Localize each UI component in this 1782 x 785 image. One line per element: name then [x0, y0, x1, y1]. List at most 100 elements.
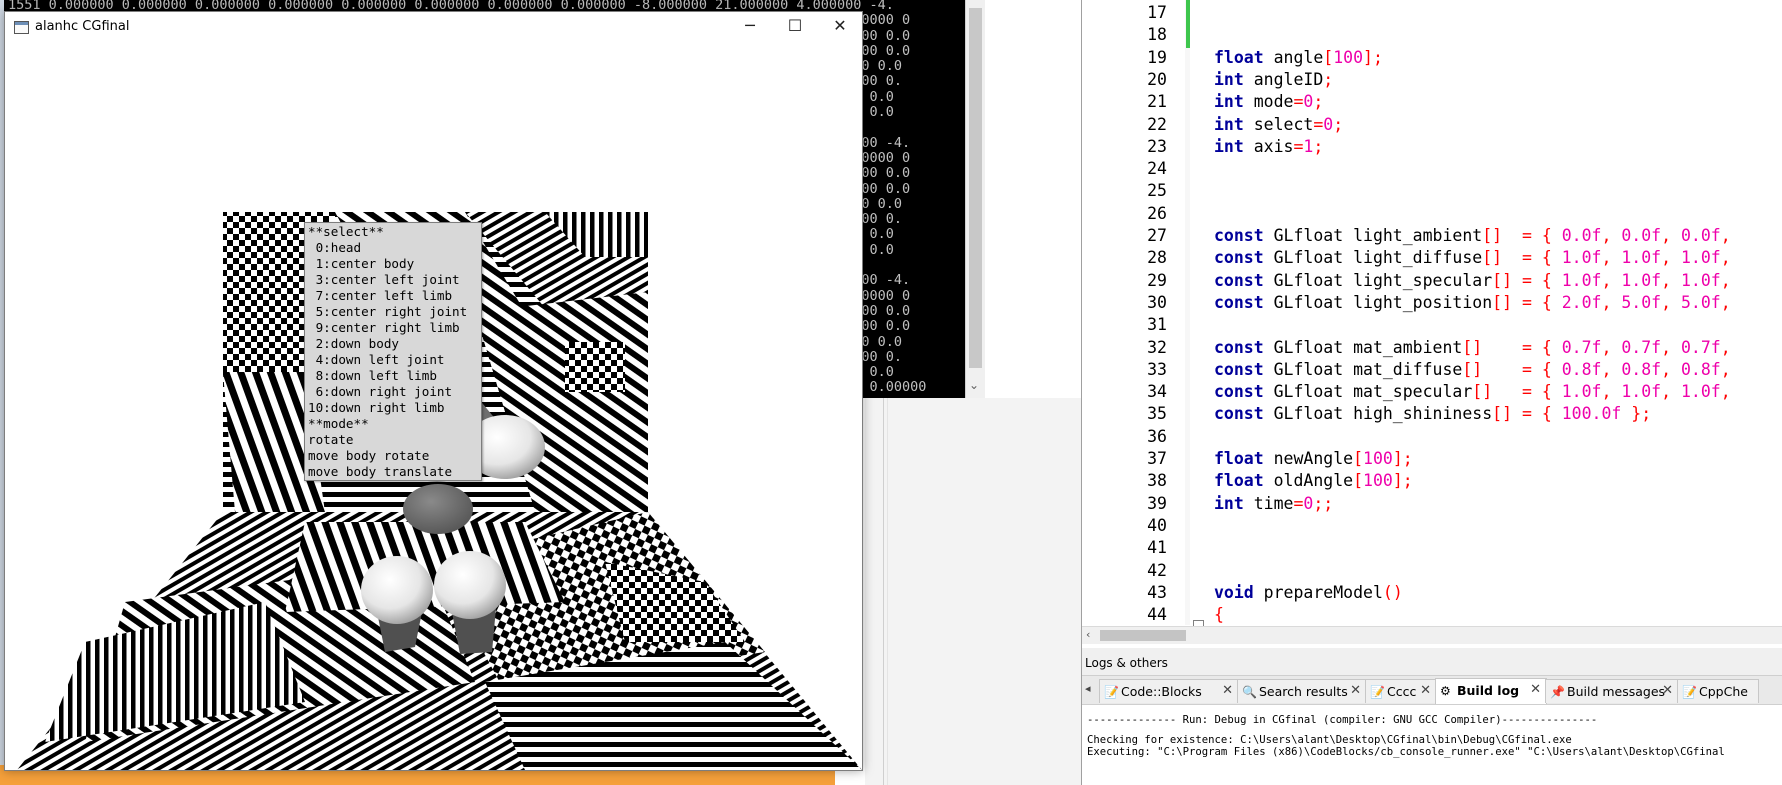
scroll-down-arrow-icon[interactable]: ⌄ [969, 378, 979, 392]
log-tab[interactable]: 📝 CppChe [1677, 679, 1759, 703]
menu-item[interactable]: 8:down left limb [305, 368, 481, 384]
window-titlebar[interactable]: alanhc CGfinal ─ ☐ ✕ [5, 12, 862, 42]
tab-close-icon[interactable]: ✕ [1662, 683, 1673, 698]
line-number: 20 [1147, 69, 1167, 89]
log-tab[interactable]: 📝 Cccc ✕ [1365, 679, 1437, 703]
tab-scroll-left-icon[interactable]: ◂ [1085, 682, 1091, 695]
code-token: 2.0f [1561, 292, 1602, 312]
code-token: select [1243, 114, 1314, 134]
line-number: 25 [1147, 181, 1167, 201]
maximize-button[interactable]: ☐ [773, 12, 817, 42]
menu-item[interactable]: rotate [305, 432, 481, 448]
menu-item[interactable]: 4:down left joint [305, 352, 481, 368]
code-token: , [1661, 382, 1672, 402]
tab-close-icon[interactable]: ✕ [1222, 683, 1233, 698]
code-token: const [1214, 270, 1264, 290]
code-line[interactable]: const GLfloat mat_diffuse[] = { 0.8f, 0.… [1214, 360, 1731, 379]
code-token: GLfloat light_position [1263, 292, 1493, 312]
code-line[interactable]: int time=0;; [1214, 494, 1333, 513]
code-token: = [1521, 382, 1532, 402]
line-number: 41 [1147, 538, 1167, 558]
console-scrollbar[interactable]: ⌄ [965, 0, 985, 398]
code-token: , [1661, 292, 1672, 312]
code-token: ; [1313, 136, 1324, 156]
code-line[interactable]: int axis=1; [1214, 137, 1323, 156]
code-token: { [1541, 359, 1552, 379]
code-line[interactable]: const GLfloat light_position[] = { 2.0f,… [1214, 293, 1731, 312]
code-token: ; [1333, 114, 1344, 134]
code-token: [] [1472, 382, 1493, 402]
log-tab[interactable]: 📝 Code::Blocks ✕ [1099, 679, 1239, 703]
background-window-border [883, 398, 884, 785]
code-line[interactable]: int mode=0; [1214, 92, 1323, 111]
code-line[interactable]: const GLfloat light_diffuse[] = { 1.0f, … [1214, 248, 1731, 267]
code-token: 5.0f [1680, 292, 1721, 312]
code-token: [] [1482, 248, 1503, 268]
menu-item[interactable]: 5:center right joint [305, 304, 481, 320]
horizontal-scrollbar[interactable]: ‹ [1082, 626, 1782, 644]
line-number: 35 [1147, 404, 1167, 424]
tab-close-icon[interactable]: ✕ [1530, 682, 1541, 697]
code-line[interactable]: int select=0; [1214, 115, 1343, 134]
code-token: 0 [1323, 114, 1334, 134]
menu-item[interactable]: 3:center left joint [305, 272, 481, 288]
build-log-output[interactable]: -------------- Run: Debug in CGfinal (co… [1082, 705, 1782, 785]
code-editor[interactable]: 17 18 19 20 21 22 23 24 25 26 27 28 29 30 31 32 33 34 35 36… [1081, 0, 1782, 648]
code-line[interactable]: int angleID; [1214, 70, 1333, 89]
code-token: [ [1353, 449, 1364, 468]
code-line[interactable]: const GLfloat mat_ambient[] = { 0.7f, 0.… [1214, 338, 1731, 357]
log-tab[interactable]: 🔍 Search results ✕ [1237, 679, 1367, 703]
menu-item[interactable]: 7:center left limb [305, 288, 481, 304]
menu-item[interactable]: 6:down right joint [305, 384, 481, 400]
code-token: = [1293, 136, 1304, 156]
code-line[interactable]: { [1214, 605, 1224, 624]
code-token: ;; [1313, 493, 1334, 513]
line-number: 40 [1147, 515, 1167, 535]
minimize-button[interactable]: ─ [728, 12, 772, 42]
code-line[interactable]: float oldAngle[100]; [1214, 471, 1413, 490]
menu-item[interactable]: move body rotate [305, 448, 481, 464]
scroll-left-icon[interactable]: ‹ [1086, 628, 1090, 641]
menu-item[interactable]: 0:head [305, 240, 481, 256]
code-token: , [1601, 337, 1612, 357]
line-number: 42 [1147, 560, 1167, 580]
menu-item[interactable]: 1:center body [305, 256, 481, 272]
code-token: 0.7f [1561, 337, 1602, 357]
menu-item[interactable]: 10:down right limb [305, 400, 481, 416]
code-line[interactable]: const GLfloat mat_specular[] = { 1.0f, 1… [1214, 382, 1731, 401]
tab-close-icon[interactable]: ✕ [1420, 683, 1431, 698]
code-line[interactable]: const GLfloat high_shininess[] = { 100.0… [1214, 404, 1651, 423]
menu-item[interactable]: 2:down body [305, 336, 481, 352]
code-line[interactable]: float angle[100]; [1214, 48, 1383, 67]
code-token: , [1661, 337, 1672, 357]
code-line[interactable]: float newAngle[100]; [1214, 449, 1413, 468]
code-token: , [1720, 382, 1731, 402]
menu-item[interactable]: move body translate [305, 464, 481, 480]
code-line[interactable]: const GLfloat light_ambient[] = { 0.0f, … [1214, 226, 1731, 245]
console-scrollbar-thumb[interactable] [969, 8, 982, 368]
code-token: ]; [1363, 47, 1383, 67]
code-line[interactable]: const GLfloat light_specular[] = { 1.0f,… [1214, 271, 1731, 290]
horizontal-scrollbar-thumb[interactable] [1100, 630, 1186, 641]
log-tab[interactable]: 📌 Build messages ✕ [1545, 679, 1679, 703]
code-line[interactable]: void prepareModel() [1214, 583, 1403, 602]
code-token: , [1601, 270, 1612, 290]
code-token: const [1214, 226, 1264, 245]
code-token: , [1720, 359, 1731, 379]
menu-item[interactable]: 9:center right limb [305, 320, 481, 336]
code-token: GLfloat light_specular [1263, 270, 1493, 290]
close-button[interactable]: ✕ [818, 12, 862, 42]
code-token: axis [1243, 136, 1294, 156]
editor-change-margin [1185, 0, 1190, 625]
tab-close-icon[interactable]: ✕ [1350, 683, 1361, 698]
log-tab[interactable]: ⚙ Build log ✕ [1435, 678, 1547, 704]
